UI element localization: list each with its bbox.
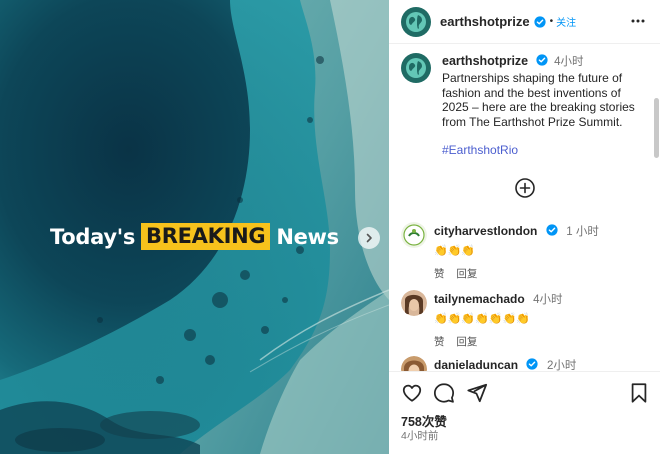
post-header: earthshotprize • 关注 bbox=[389, 0, 660, 44]
carousel-next-button[interactable] bbox=[358, 227, 380, 249]
comment-reply-button[interactable]: 回复 bbox=[456, 268, 477, 280]
verified-icon bbox=[526, 358, 539, 370]
comment-reply-button[interactable]: 回复 bbox=[456, 336, 477, 348]
user-avatar-icon bbox=[401, 356, 427, 371]
comment-text: 👏👏👏 bbox=[434, 245, 476, 257]
comment-time: 2小时 bbox=[546, 360, 577, 371]
more-options-button[interactable] bbox=[630, 13, 646, 34]
headline-today: Today's bbox=[50, 224, 136, 249]
add-circle-icon bbox=[515, 178, 535, 198]
header-username[interactable]: earthshotprize bbox=[440, 14, 530, 29]
verified-icon bbox=[546, 224, 558, 236]
post-timestamp: 4小时前 bbox=[401, 430, 439, 442]
save-button[interactable] bbox=[629, 382, 649, 409]
caption-hashtag-link[interactable]: #EarthshotRio bbox=[442, 143, 648, 157]
comment-icon bbox=[433, 383, 455, 403]
caption-text: Partnerships shaping the future of fashi… bbox=[442, 71, 635, 129]
cityharvest-logo-icon bbox=[401, 222, 427, 248]
like-button[interactable] bbox=[401, 382, 423, 409]
caption-avatar[interactable] bbox=[401, 53, 431, 83]
post-side-panel: earthshotprize • 关注 earthshotprize 4小时 P… bbox=[389, 0, 660, 454]
comment-like-button[interactable]: 赞 bbox=[434, 268, 445, 280]
next-arrow-icon bbox=[366, 233, 372, 243]
verified-icon bbox=[533, 15, 546, 28]
headline-breaking-tag: BREAKING bbox=[141, 223, 271, 250]
post-actions-footer: 758次赞 4小时前 bbox=[389, 371, 660, 454]
comment-time: 1 小时 bbox=[566, 226, 599, 238]
comment-button[interactable] bbox=[433, 382, 455, 409]
earth-logo-icon bbox=[406, 11, 426, 32]
header-separator: • bbox=[549, 16, 554, 27]
more-options-icon bbox=[631, 19, 645, 23]
comment-like-button[interactable]: 赞 bbox=[434, 336, 445, 348]
scrollbar-thumb[interactable] bbox=[654, 98, 659, 158]
caption-username[interactable]: earthshotprize bbox=[442, 54, 528, 68]
comment-avatar[interactable] bbox=[401, 222, 427, 248]
bookmark-icon bbox=[631, 383, 647, 403]
share-icon bbox=[467, 383, 488, 403]
caption-time: 4小时 bbox=[554, 56, 584, 68]
comment-time: 4小时 bbox=[533, 294, 563, 306]
verified-icon bbox=[536, 54, 548, 66]
heart-icon bbox=[402, 384, 422, 402]
comment-username[interactable]: tailynemachado bbox=[434, 292, 525, 306]
comment-username[interactable]: cityharvestlondon bbox=[434, 224, 537, 238]
comment-avatar[interactable] bbox=[401, 290, 427, 316]
post-media[interactable]: Today's BREAKING News bbox=[0, 0, 389, 454]
media-headline: Today's BREAKING News bbox=[50, 223, 339, 250]
author-avatar[interactable] bbox=[401, 6, 431, 37]
follow-button[interactable]: 关注 bbox=[556, 14, 576, 29]
comment-item: cityharvestlondon 1 小时 👏👏👏 赞 回复 bbox=[401, 222, 651, 281]
headline-news: News bbox=[276, 224, 339, 249]
earth-logo-icon bbox=[406, 58, 426, 78]
share-button[interactable] bbox=[466, 382, 488, 409]
comments-scroll-area[interactable]: earthshotprize 4小时 Partnerships shaping … bbox=[389, 44, 660, 371]
comment-text: 👏👏👏👏👏👏👏 bbox=[434, 313, 530, 325]
load-more-comments-button[interactable] bbox=[514, 177, 536, 199]
comment-item: tailynemachado 4小时 👏👏👏👏👏👏👏 赞 回复 bbox=[401, 290, 651, 349]
comment-item: danieladuncan 2小时 bbox=[401, 356, 651, 371]
user-avatar-icon bbox=[401, 290, 427, 316]
post-caption: earthshotprize 4小时 Partnerships shaping … bbox=[389, 44, 660, 157]
comment-avatar[interactable] bbox=[401, 356, 427, 371]
comment-username[interactable]: danieladuncan bbox=[434, 358, 518, 371]
